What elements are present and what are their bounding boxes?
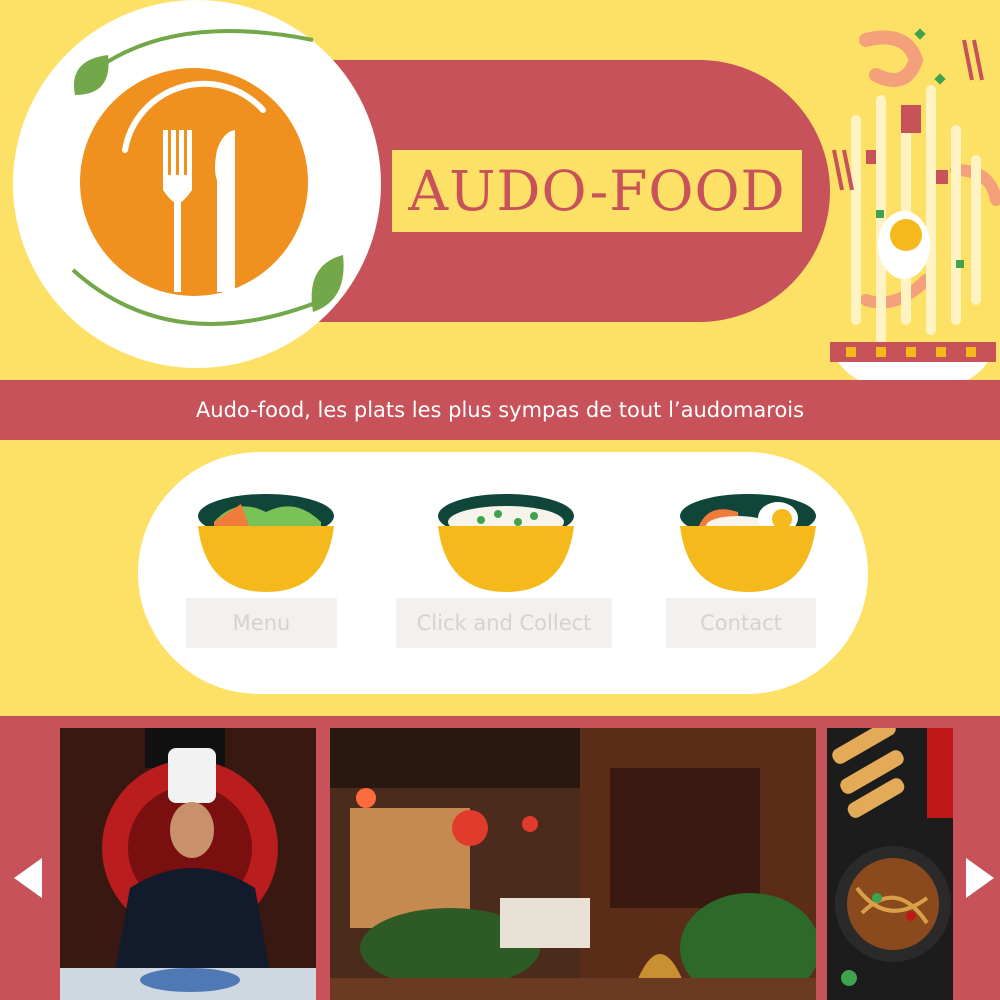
contact-button[interactable]: Contact (666, 598, 816, 648)
tagline-band: Audo-food, les plats les plus sympas de … (0, 380, 1000, 440)
salad-bowl-icon (198, 494, 334, 592)
nav-panel: Menu Click and Collect Contact (138, 452, 868, 694)
logo-plate-cutlery-icon (71, 29, 344, 326)
next-arrow-icon[interactable] (964, 856, 996, 900)
rice-bowl-icon (438, 494, 574, 592)
click-and-collect-button[interactable]: Click and Collect (396, 598, 612, 648)
noodle-dish-illustration (830, 28, 1000, 392)
brand-title: AUDO-FOOD (408, 159, 786, 223)
previous-arrow-icon[interactable] (12, 856, 44, 900)
menu-button[interactable]: Menu (186, 598, 337, 648)
brand-title-box: AUDO-FOOD (392, 150, 802, 232)
photo-gallery (0, 716, 1000, 1000)
chef-photo (60, 728, 316, 1000)
ramen-bowl-icon (680, 494, 816, 592)
dishes-photo (827, 728, 953, 1000)
restaurant-interior-photo (330, 728, 816, 1000)
tagline: Audo-food, les plats les plus sympas de … (195, 398, 805, 422)
